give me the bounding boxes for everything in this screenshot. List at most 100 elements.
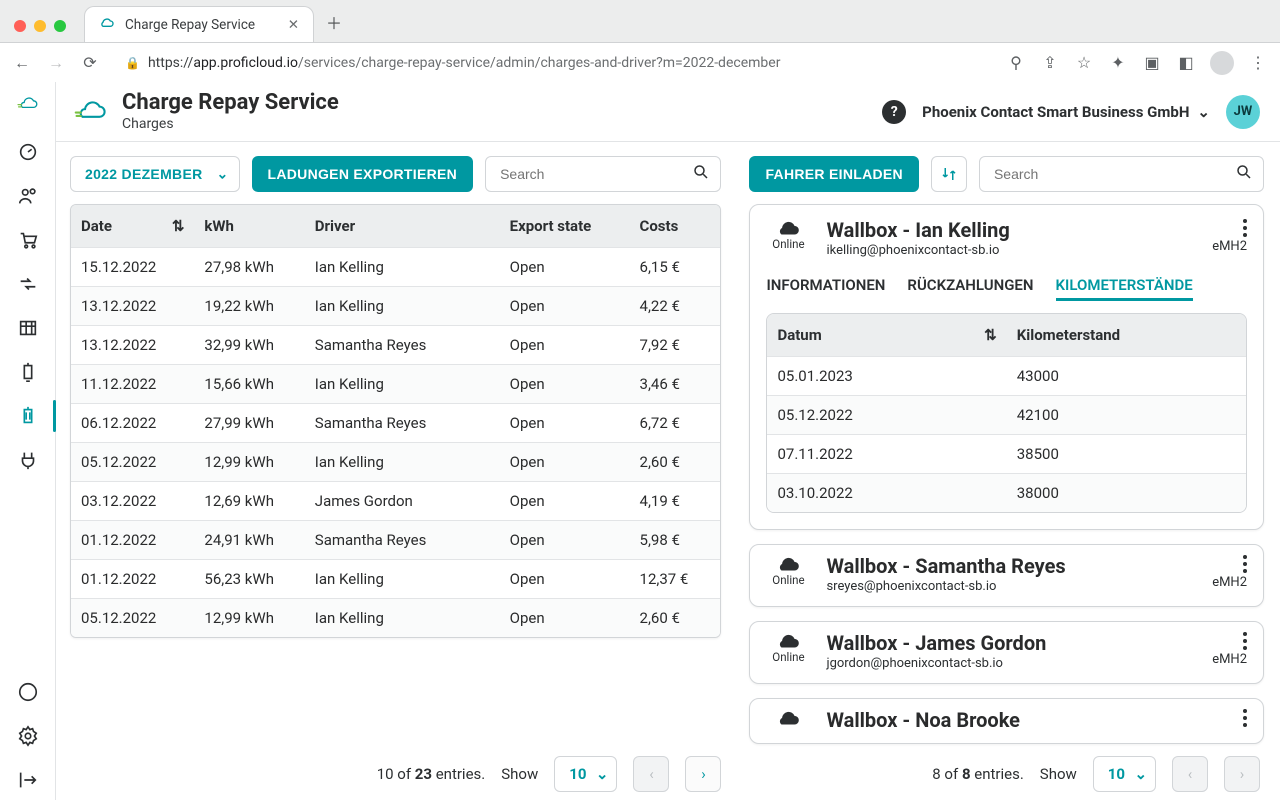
cast-icon[interactable]: ▣ (1142, 53, 1162, 72)
col-driver[interactable]: Driver (315, 217, 355, 235)
browser-profile-avatar[interactable] (1210, 51, 1234, 75)
back-icon[interactable]: ← (12, 53, 32, 73)
zoom-icon[interactable]: ⚲ (1006, 53, 1026, 72)
tab-repayments[interactable]: RÜCKZAHLUNGEN (907, 276, 1033, 301)
address-bar[interactable]: 🔒 https://app.proficloud.io/services/cha… (114, 49, 992, 77)
show-label: Show (501, 765, 538, 783)
sort-button[interactable] (931, 156, 967, 192)
org-name: Phoenix Contact Smart Business GmbH (922, 103, 1189, 121)
col-kwh[interactable]: kWh (204, 217, 234, 235)
browser-tab[interactable]: Charge Repay Service ✕ (84, 6, 314, 42)
window-controls[interactable] (8, 20, 76, 42)
kebab-icon[interactable] (1239, 705, 1251, 731)
sidepanel-icon[interactable]: ◧ (1176, 53, 1196, 72)
wallbox-title: Wallbox - Ian Kelling (826, 219, 1009, 241)
next-page-button[interactable]: › (1224, 756, 1260, 792)
col-date[interactable]: Date (81, 217, 112, 235)
chevron-down-icon: ⌄ (1197, 103, 1210, 121)
table-row[interactable]: 01.12.202224,91 kWhSamantha ReyesOpen5,9… (71, 521, 720, 560)
charges-table: Date ⇅ kWh Driver Export state Costs 15.1… (70, 204, 721, 638)
table-row[interactable]: 13.12.202219,22 kWhIan KellingOpen4,22 € (71, 287, 720, 326)
rail-logout-icon[interactable] (8, 760, 48, 800)
col-km[interactable]: Kilometerstand (1017, 326, 1120, 344)
rail-users-icon[interactable] (8, 176, 48, 216)
status-icon (766, 709, 810, 727)
prev-page-button[interactable]: ‹ (633, 756, 669, 792)
page-title: Charge Repay Service (122, 91, 339, 115)
sort-icon[interactable]: ⇅ (172, 217, 185, 235)
share-icon[interactable]: ⇪ (1040, 53, 1060, 72)
table-row[interactable]: 11.12.202215,66 kWhIan KellingOpen3,46 € (71, 365, 720, 404)
nav-rail (0, 82, 56, 800)
search-input[interactable] (498, 165, 684, 183)
table-row[interactable]: 05.12.202212,99 kWhIan KellingOpen2,60 € (71, 599, 720, 638)
wallbox-title: Wallbox - James Gordon (826, 632, 1046, 654)
lock-icon: 🔒 (125, 56, 140, 70)
user-avatar[interactable]: JW (1226, 95, 1260, 129)
table-row[interactable]: 13.12.202232,99 kWhSamantha ReyesOpen7,9… (71, 326, 720, 365)
minimize-window-icon[interactable] (34, 20, 46, 32)
rail-cart-icon[interactable] (8, 220, 48, 260)
rail-table-icon[interactable] (8, 308, 48, 348)
page-size-select-left[interactable]: 10⌄ (554, 756, 617, 792)
col-datum[interactable]: Datum (777, 326, 821, 344)
maximize-window-icon[interactable] (54, 20, 66, 32)
extensions-icon[interactable]: ✦ (1108, 53, 1128, 72)
table-row[interactable]: 05.01.202343000 (767, 357, 1246, 396)
wallbox-card-reyes[interactable]: Online Wallbox - Samantha Reyessreyes@ph… (749, 544, 1264, 607)
show-label: Show (1040, 765, 1077, 783)
wallbox-mail: ikelling@phoenixcontact-sb.io (826, 243, 1009, 258)
reload-icon[interactable]: ⟳ (80, 53, 100, 72)
tab-information[interactable]: INFORMATIONEN (766, 276, 885, 301)
table-row[interactable]: 07.11.202238500 (767, 435, 1246, 474)
invite-driver-button[interactable]: FAHRER EINLADEN (749, 156, 919, 192)
rail-info-icon[interactable] (8, 672, 48, 712)
star-icon[interactable]: ☆ (1074, 53, 1094, 72)
export-button[interactable]: LADUNGEN EXPORTIEREN (252, 156, 474, 192)
kebab-icon[interactable] (1239, 551, 1251, 577)
chevron-down-icon: ⌄ (216, 166, 228, 183)
col-costs[interactable]: Costs (640, 217, 679, 235)
table-row[interactable]: 03.12.202212,69 kWhJames GordonOpen4,19 … (71, 482, 720, 521)
wallbox-title: Wallbox - Samantha Reyes (826, 555, 1065, 577)
wallbox-card-gordon[interactable]: Online Wallbox - James Gordonjgordon@pho… (749, 621, 1264, 684)
month-select[interactable]: 2022 DEZEMBER ⌄ (70, 156, 240, 192)
table-row[interactable]: 15.12.202227,98 kWhIan KellingOpen6,15 € (71, 248, 720, 287)
wallbox-card-brooke[interactable]: Wallbox - Noa Brooke (749, 698, 1264, 744)
table-row[interactable]: 01.12.202256,23 kWhIan KellingOpen12,37 … (71, 560, 720, 599)
search-input[interactable] (992, 165, 1227, 183)
help-icon[interactable]: ? (882, 100, 906, 124)
search-drivers[interactable] (979, 156, 1264, 192)
forward-icon[interactable]: → (46, 53, 66, 73)
new-tab-button[interactable]: ＋ (322, 10, 346, 42)
close-tab-icon[interactable]: ✕ (288, 17, 299, 33)
wallbox-model: eMH2 (1212, 239, 1247, 254)
table-row[interactable]: 05.12.202212,99 kWhIan KellingOpen2,60 € (71, 443, 720, 482)
page-size-select-right[interactable]: 10⌄ (1093, 756, 1156, 792)
rail-plug-icon[interactable] (8, 440, 48, 480)
rail-dashboard-icon[interactable] (8, 132, 48, 172)
sort-icon[interactable]: ⇅ (984, 326, 997, 344)
table-row[interactable]: 05.12.202242100 (767, 396, 1246, 435)
tab-odometer[interactable]: KILOMETERSTÄNDE (1056, 276, 1193, 301)
app-logo[interactable] (17, 92, 39, 118)
org-selector[interactable]: Phoenix Contact Smart Business GmbH ⌄ (922, 103, 1210, 121)
url-path: /services/charge-repay-service/admin/cha… (298, 55, 780, 71)
table-row[interactable]: 06.12.202227,99 kWhSamantha ReyesOpen6,7… (71, 404, 720, 443)
kebab-icon[interactable] (1239, 215, 1251, 241)
wallbox-model: eMH2 (1212, 575, 1247, 590)
prev-page-button[interactable]: ‹ (1172, 756, 1208, 792)
menu-icon[interactable]: ⋮ (1248, 53, 1268, 72)
search-charges[interactable] (485, 156, 721, 192)
rail-charger-icon[interactable] (8, 352, 48, 392)
col-export[interactable]: Export state (510, 217, 592, 235)
rail-settings-icon[interactable] (8, 716, 48, 756)
next-page-button[interactable]: › (685, 756, 721, 792)
rail-battery-icon[interactable] (8, 396, 48, 436)
wallbox-card-kelling[interactable]: Online Wallbox - Ian Kelling ikelling@ph… (749, 204, 1264, 530)
status-icon: Online (766, 219, 810, 251)
close-window-icon[interactable] (14, 20, 26, 32)
rail-transfer-icon[interactable] (8, 264, 48, 304)
kebab-icon[interactable] (1239, 628, 1251, 654)
table-row[interactable]: 03.10.202238000 (767, 474, 1246, 513)
